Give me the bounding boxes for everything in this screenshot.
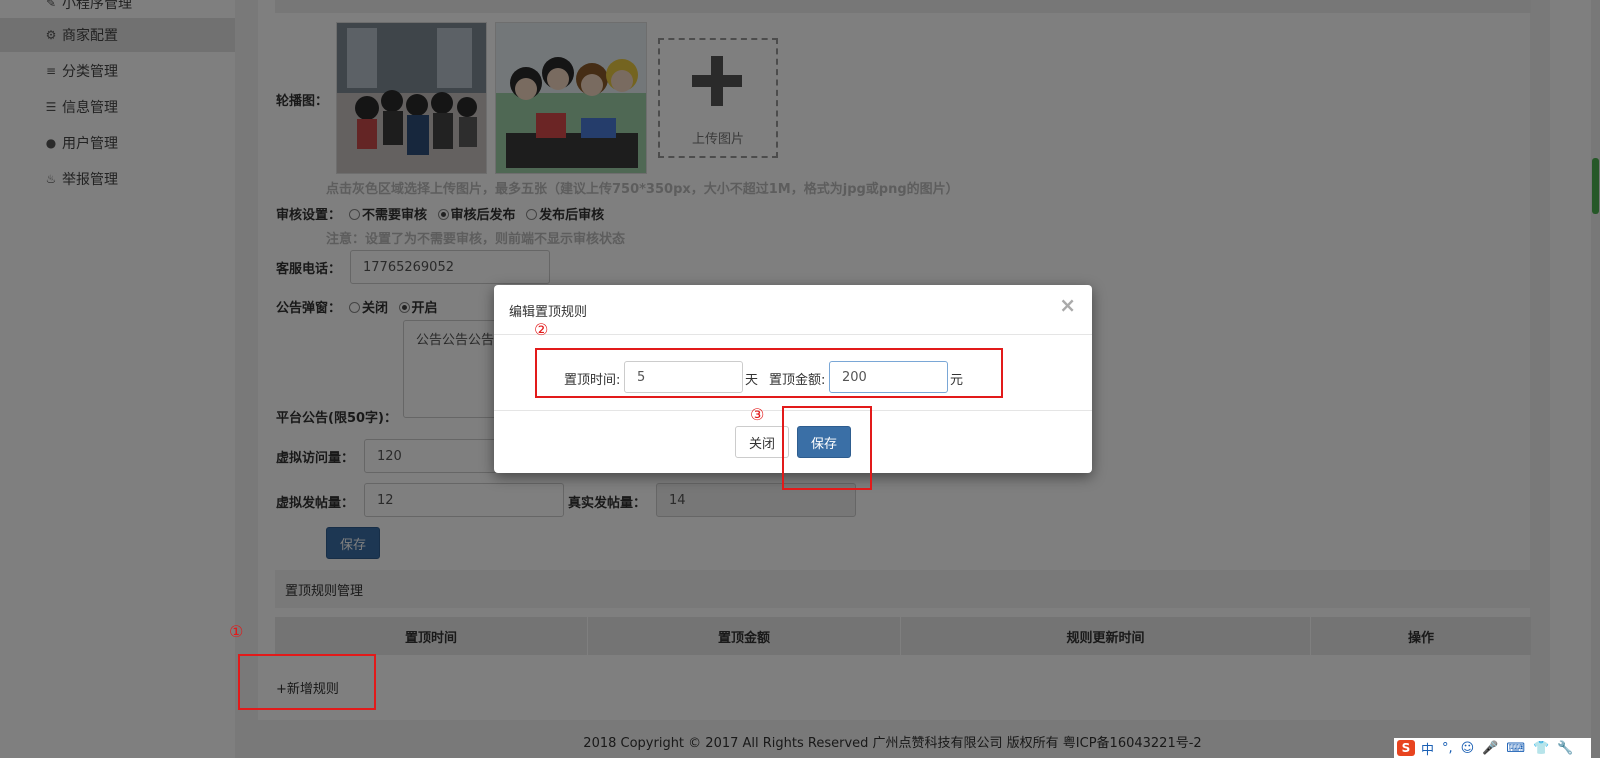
- annotation-step-2: ②: [534, 320, 549, 339]
- ime-tools-icon[interactable]: 🔧: [1557, 741, 1573, 756]
- close-icon[interactable]: ×: [1059, 293, 1076, 317]
- ime-emoji-icon[interactable]: ☺: [1461, 741, 1475, 756]
- ime-keyboard-icon[interactable]: ⌨: [1506, 741, 1525, 756]
- ime-toolbar: S 中 °, ☺ 🎤 ⌨ 👕 🔧: [1394, 738, 1591, 758]
- ime-punctuation-icon[interactable]: °,: [1442, 741, 1453, 756]
- sogou-logo-icon[interactable]: S: [1397, 740, 1415, 756]
- annotation-box-save: [782, 406, 872, 490]
- annotation-step-3: ③: [750, 405, 765, 424]
- modal-close-button[interactable]: 关闭: [735, 426, 789, 458]
- annotation-box-add-rule: [238, 654, 376, 710]
- modal-header-divider: [494, 334, 1092, 335]
- modal-title: 编辑置顶规则: [509, 305, 588, 320]
- annotation-step-1: ①: [229, 622, 244, 641]
- annotation-box-form-fields: [535, 348, 1003, 398]
- ime-skin-icon[interactable]: 👕: [1533, 741, 1549, 756]
- ime-chinese-mode[interactable]: 中: [1421, 739, 1434, 758]
- ime-microphone-icon[interactable]: 🎤: [1482, 741, 1498, 756]
